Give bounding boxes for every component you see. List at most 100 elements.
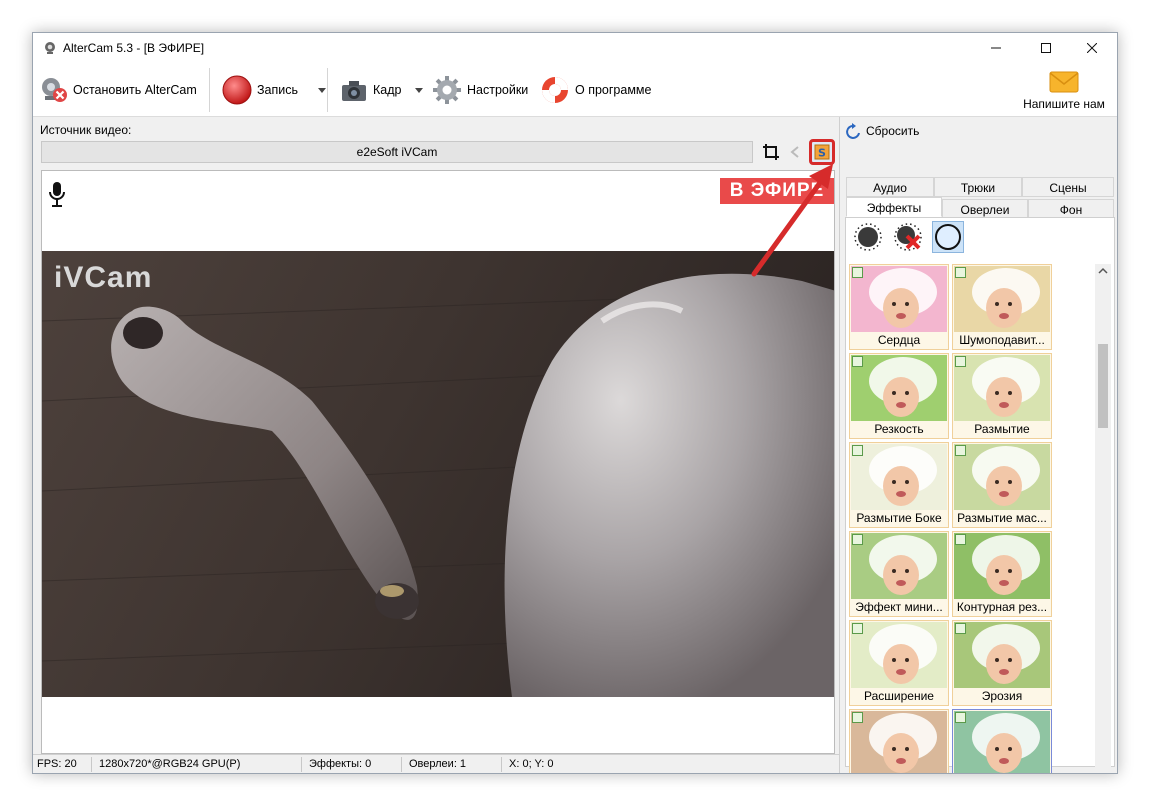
effect-thumbnail: [851, 533, 947, 599]
tab-overlays[interactable]: Оверлеи: [942, 199, 1028, 219]
effect-label: Эрозия: [981, 689, 1023, 703]
reset-arrow-icon: [846, 123, 860, 139]
close-button[interactable]: [1069, 33, 1115, 63]
effect-checkbox[interactable]: [955, 267, 966, 278]
video-panel: Источник видео: e2eSoft iVCam S В ЭФИРЕ: [33, 117, 839, 754]
camera-image: [42, 251, 834, 697]
scroll-up-icon[interactable]: [1095, 264, 1111, 278]
effect-tile[interactable]: Мозаика: [849, 709, 949, 773]
rotate-button[interactable]: [785, 141, 805, 163]
effect-thumbnail: [954, 266, 1050, 332]
preview-mode-button[interactable]: [932, 221, 964, 253]
tab-audio[interactable]: Аудио: [846, 177, 934, 197]
effect-thumbnail: [851, 266, 947, 332]
record-button[interactable]: Запись: [221, 69, 327, 111]
svg-text:S: S: [818, 147, 826, 160]
effect-tile[interactable]: Размытие: [952, 353, 1052, 439]
effect-label: Эффект мини...: [855, 600, 943, 614]
effect-checkbox[interactable]: [852, 356, 863, 367]
ivcam-watermark: iVCam: [54, 261, 153, 294]
camera-frame: iVCam: [42, 251, 834, 697]
crop-button[interactable]: [760, 141, 782, 163]
record-icon: [222, 75, 252, 105]
effect-checkbox[interactable]: [852, 623, 863, 634]
write-us-button[interactable]: Напишите нам: [1019, 69, 1109, 113]
clear-effects-button[interactable]: [892, 221, 924, 253]
effect-tile[interactable]: Контурная рез...: [952, 531, 1052, 617]
effect-thumbnail: [851, 711, 947, 773]
effect-checkbox[interactable]: [852, 534, 863, 545]
effect-checkbox[interactable]: [955, 712, 966, 723]
status-divider: [401, 757, 402, 772]
effect-checkbox[interactable]: [852, 712, 863, 723]
effect-checkbox[interactable]: [852, 445, 863, 456]
video-source-selector[interactable]: e2eSoft iVCam: [41, 141, 753, 163]
tab-tricks[interactable]: Трюки: [934, 177, 1022, 197]
effect-tile[interactable]: Размытие Боке: [849, 442, 949, 528]
effect-tile[interactable]: Шумоподавит...: [952, 264, 1052, 350]
window-title: AlterCam 5.3 - [В ЭФИРЕ]: [63, 41, 205, 55]
source-settings-icon: S: [814, 144, 830, 160]
effect-thumbnail: [954, 355, 1050, 421]
effect-tile[interactable]: Расширение: [849, 620, 949, 706]
apply-one-button[interactable]: [852, 221, 884, 253]
about-button[interactable]: О программе: [539, 69, 651, 111]
stop-altercam-button[interactable]: Остановить AlterCam: [39, 69, 197, 111]
effect-thumbnail: [851, 622, 947, 688]
effect-checkbox[interactable]: [955, 623, 966, 634]
effects-scrollbar[interactable]: [1095, 264, 1111, 773]
effect-thumbnail: [954, 533, 1050, 599]
effect-checkbox[interactable]: [955, 445, 966, 456]
effect-label: Расширение: [864, 689, 934, 703]
frame-button[interactable]: Кадр: [339, 69, 424, 111]
toolbar-divider: [209, 68, 210, 112]
status-divider: [501, 757, 502, 772]
effect-label: Сердца: [877, 333, 921, 347]
resolution-status: 1280x720*@RGB24 GPU(P): [99, 758, 241, 770]
minimize-button[interactable]: [973, 33, 1019, 63]
effect-tile[interactable]: Эрозия: [952, 620, 1052, 706]
effects-tab-content: Сердца Шумоподавит... Резкость Размытие Разм…: [845, 217, 1115, 773]
stop-webcam-icon: [42, 78, 67, 102]
envelope-icon: [1049, 71, 1079, 93]
camera-icon: [342, 81, 366, 101]
effect-tile[interactable]: Ночное видение: [952, 709, 1052, 773]
record-label: Запись: [257, 83, 299, 97]
arrow-left-icon: [790, 146, 799, 158]
record-dropdown-arrow[interactable]: [318, 87, 327, 93]
effect-label: Шумоподавит...: [959, 333, 1045, 347]
source-settings-button[interactable]: S: [809, 139, 835, 165]
microphone-icon[interactable]: [49, 181, 65, 207]
gear-icon: [433, 76, 461, 104]
tab-background[interactable]: Фон: [1028, 199, 1114, 219]
settings-button[interactable]: Настройки: [431, 69, 528, 111]
crop-icon: [763, 144, 779, 160]
effect-thumbnail: [954, 622, 1050, 688]
write-us-label: Напишите нам: [1023, 97, 1105, 111]
tab-effects[interactable]: Эффекты: [846, 197, 942, 217]
overlays-status: Оверлеи: 1: [409, 758, 467, 770]
effect-checkbox[interactable]: [955, 356, 966, 367]
frame-dropdown-arrow[interactable]: [415, 87, 424, 93]
stop-altercam-label: Остановить AlterCam: [73, 83, 197, 97]
settings-label: Настройки: [467, 83, 529, 97]
effect-checkbox[interactable]: [955, 534, 966, 545]
lifebuoy-icon: [542, 77, 568, 103]
maximize-button[interactable]: [1023, 33, 1069, 63]
reset-label: Сбросить: [866, 124, 920, 138]
scroll-thumb[interactable]: [1098, 344, 1108, 428]
effect-thumbnail: [954, 711, 1050, 773]
effect-label: Размытие Боке: [856, 511, 942, 525]
effect-label: Контурная рез...: [956, 600, 1048, 614]
status-divider: [301, 757, 302, 772]
effect-tile[interactable]: Размытие мас...: [952, 442, 1052, 528]
tab-scenes[interactable]: Сцены: [1022, 177, 1114, 197]
effect-tile[interactable]: Эффект мини...: [849, 531, 949, 617]
effect-checkbox[interactable]: [852, 267, 863, 278]
effect-thumbnail: [954, 444, 1050, 510]
close-icon: [1087, 43, 1097, 53]
effect-tile[interactable]: Сердца: [849, 264, 949, 350]
effect-tile[interactable]: Резкость: [849, 353, 949, 439]
maximize-icon: [1041, 43, 1051, 53]
reset-button[interactable]: Сбросить: [846, 123, 919, 139]
